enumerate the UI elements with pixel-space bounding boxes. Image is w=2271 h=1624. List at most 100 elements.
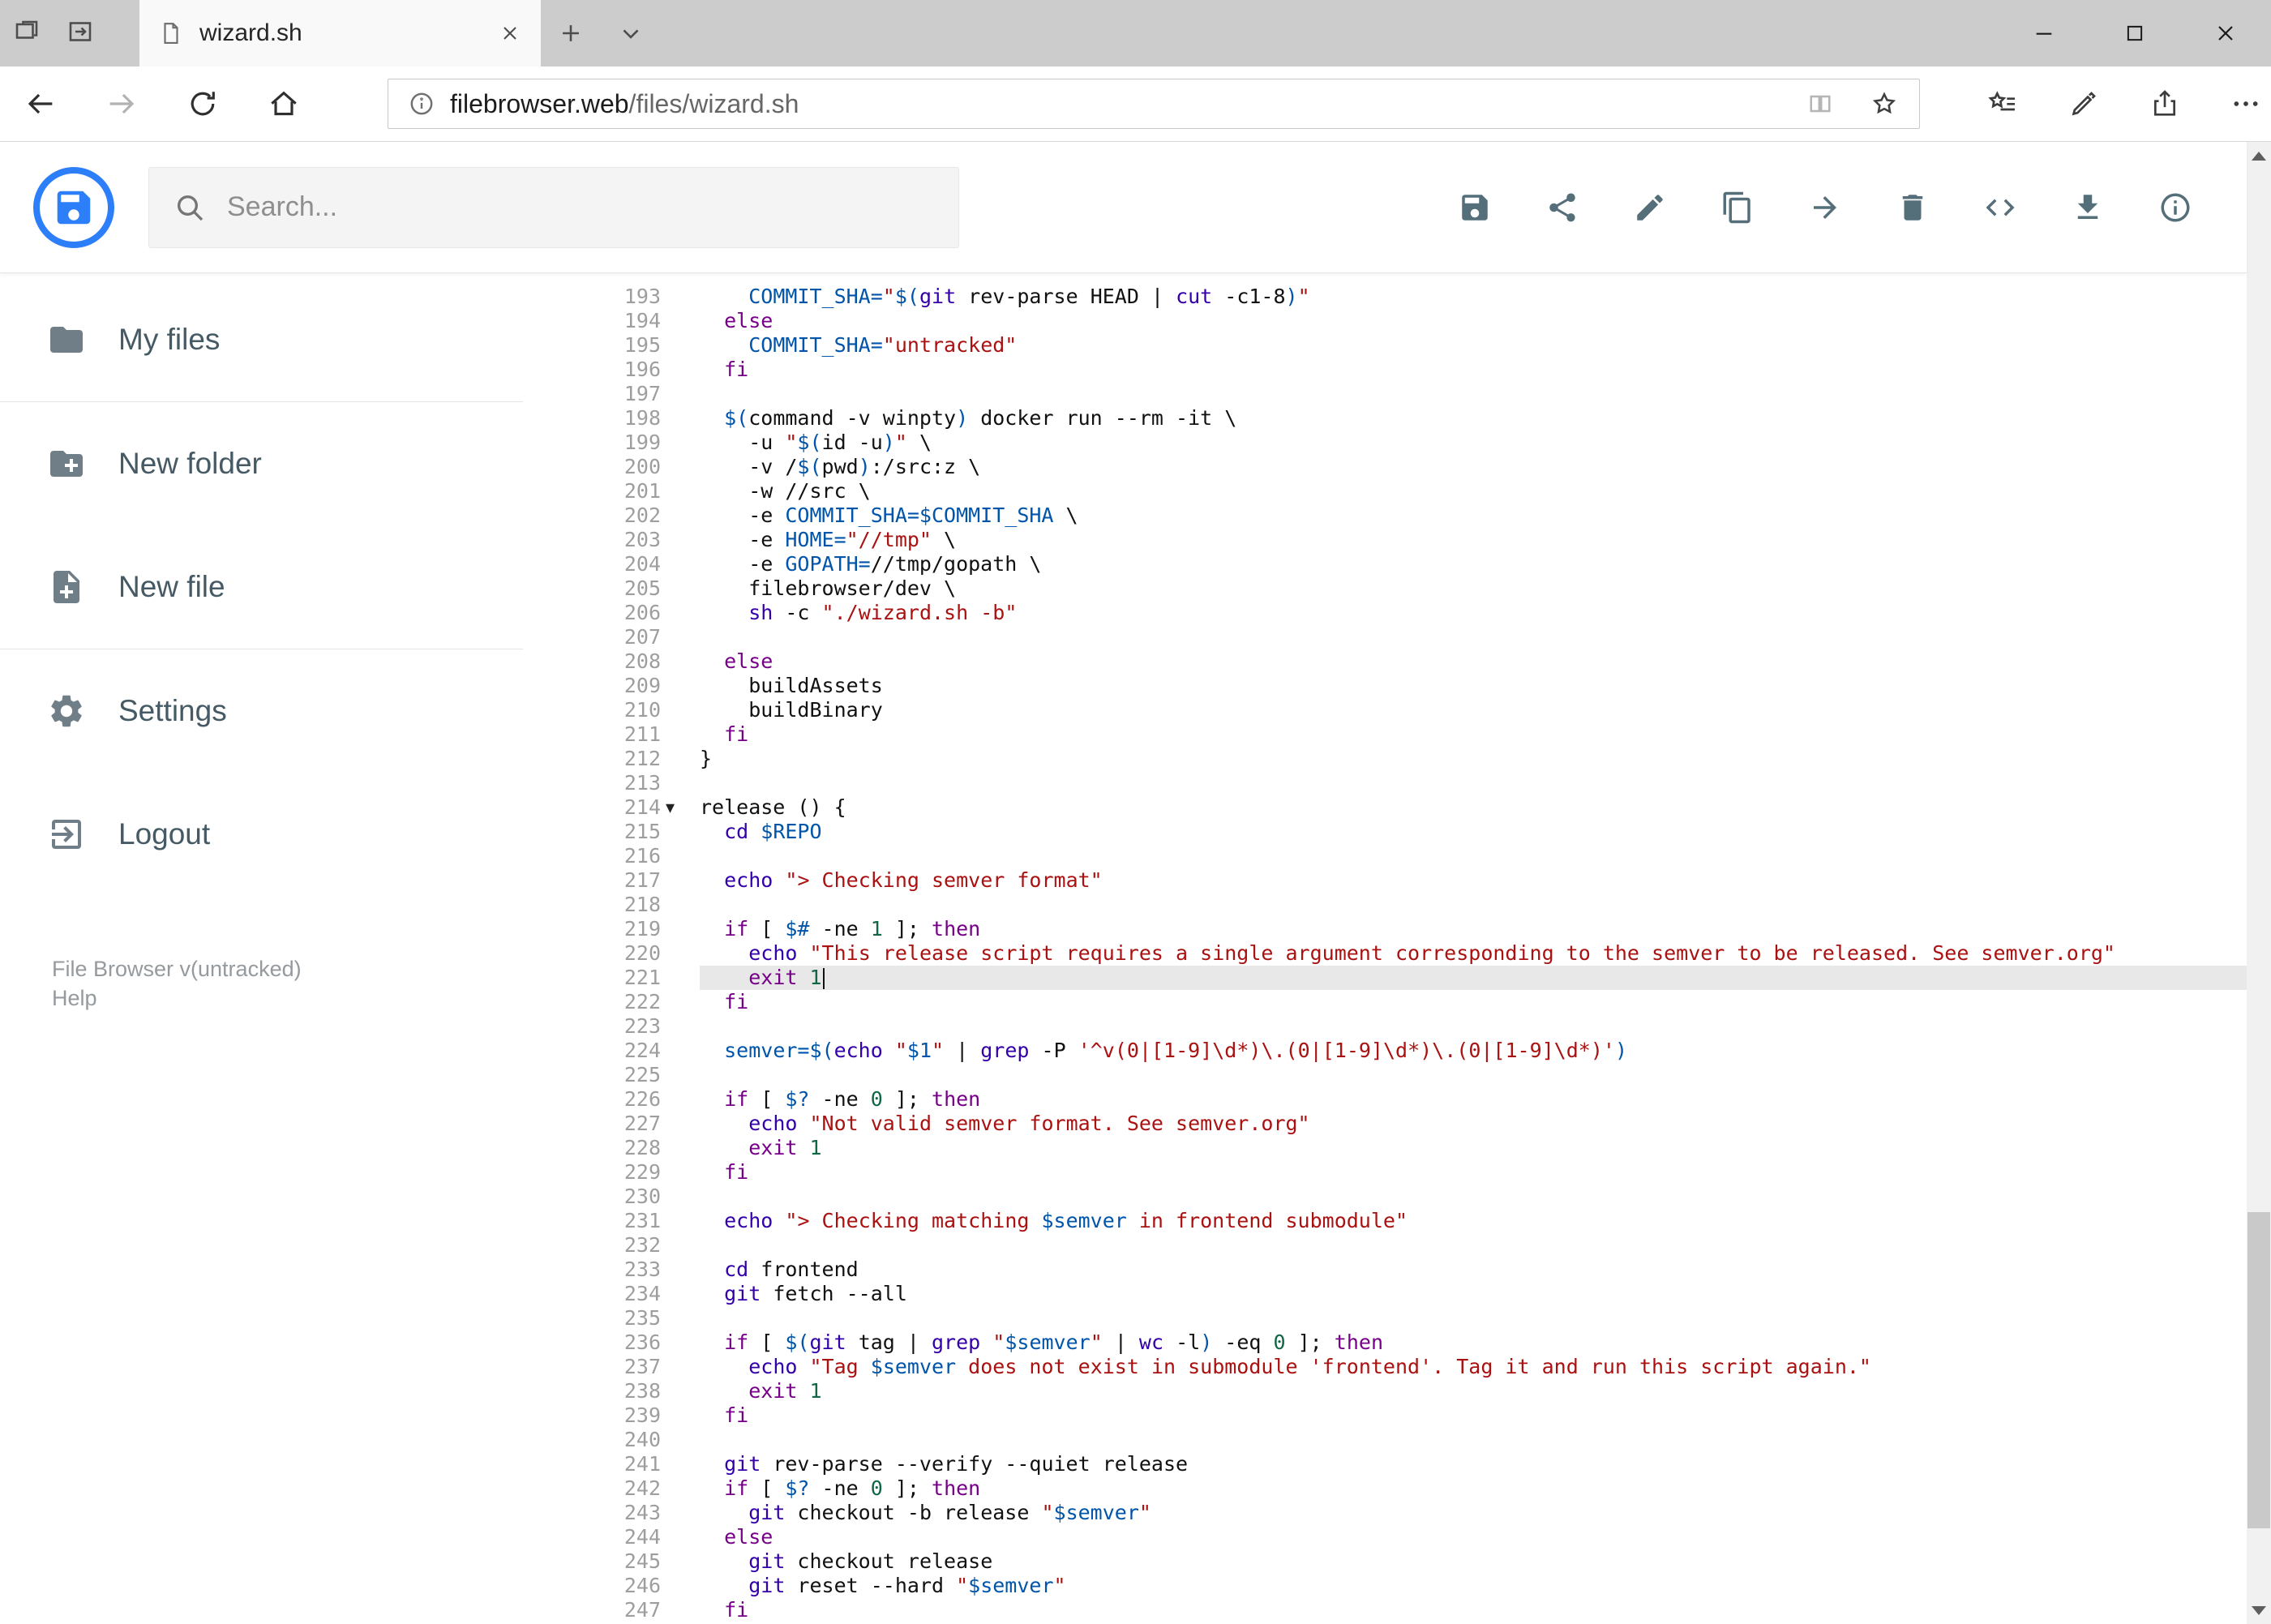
code-line-224[interactable]: 224 semver=$(echo "$1" | grep -P '^v(0|[…: [523, 1039, 2247, 1063]
scroll-up-arrow[interactable]: [2247, 142, 2271, 169]
search-input[interactable]: [227, 191, 934, 223]
refresh-button[interactable]: [174, 75, 232, 133]
code-line-194[interactable]: 194 else: [523, 309, 2247, 333]
browser-tab[interactable]: wizard.sh: [139, 0, 541, 66]
tab-close-icon[interactable]: [499, 22, 521, 45]
code-line-217[interactable]: 217 echo "> Checking semver format": [523, 868, 2247, 893]
fold-marker-icon[interactable]: ▾: [661, 795, 700, 820]
info-button[interactable]: [2156, 188, 2195, 227]
code-line-211[interactable]: 211 fi: [523, 722, 2247, 747]
code-line-199[interactable]: 199 -u "$(id -u)" \: [523, 431, 2247, 455]
code-line-204[interactable]: 204 -e GOPATH=//tmp/gopath \: [523, 552, 2247, 576]
tab-preview-chevron-button[interactable]: [601, 0, 661, 66]
annotate-button[interactable]: [2061, 81, 2106, 126]
reading-view-button[interactable]: [1806, 89, 1835, 118]
code-line-240[interactable]: 240: [523, 1428, 2247, 1452]
code-line-201[interactable]: 201 -w //src \: [523, 479, 2247, 503]
app-logo[interactable]: [33, 166, 114, 248]
code-line-198[interactable]: 198 $(command -v winpty) docker run --rm…: [523, 406, 2247, 431]
scrollbar-thumb[interactable]: [2247, 1212, 2270, 1528]
edit-button[interactable]: [1630, 188, 1669, 227]
code-line-212[interactable]: 212}: [523, 747, 2247, 771]
new-tab-button[interactable]: [541, 0, 601, 66]
code-line-232[interactable]: 232: [523, 1233, 2247, 1258]
hub-favorites-button[interactable]: [1980, 81, 2025, 126]
code-view-button[interactable]: [1981, 188, 2020, 227]
code-line-209[interactable]: 209 buildAssets: [523, 674, 2247, 698]
code-line-215[interactable]: 215 cd $REPO: [523, 820, 2247, 844]
code-line-237[interactable]: 237 echo "Tag $semver does not exist in …: [523, 1355, 2247, 1379]
maximize-button[interactable]: [2089, 0, 2180, 66]
code-line-245[interactable]: 245 git checkout release: [523, 1549, 2247, 1574]
code-line-230[interactable]: 230: [523, 1185, 2247, 1209]
code-line-219[interactable]: 219 if [ $# -ne 1 ]; then: [523, 917, 2247, 941]
more-options-button[interactable]: [2223, 81, 2269, 126]
tabs-preview-button[interactable]: [54, 0, 107, 66]
code-line-235[interactable]: 235: [523, 1306, 2247, 1330]
code-line-195[interactable]: 195 COMMIT_SHA="untracked": [523, 333, 2247, 358]
share-button[interactable]: [1543, 188, 1582, 227]
code-line-197[interactable]: 197: [523, 382, 2247, 406]
code-line-214[interactable]: 214 ▾ release () {: [523, 795, 2247, 820]
address-bar[interactable]: filebrowser.web/files/wizard.sh: [388, 79, 1920, 129]
code-line-203[interactable]: 203 -e HOME="//tmp" \: [523, 528, 2247, 552]
code-line-205[interactable]: 205 filebrowser/dev \: [523, 576, 2247, 601]
code-line-247[interactable]: 247 fi: [523, 1598, 2247, 1622]
back-button[interactable]: [11, 75, 70, 133]
sidebar-item-logout[interactable]: Logout: [0, 773, 523, 896]
scroll-down-arrow[interactable]: [2247, 1596, 2271, 1624]
code-line-229[interactable]: 229 fi: [523, 1160, 2247, 1185]
close-button[interactable]: [2180, 0, 2271, 66]
code-line-216[interactable]: 216: [523, 844, 2247, 868]
save-button[interactable]: [1455, 188, 1494, 227]
sidebar-item-new-file[interactable]: New file: [0, 525, 523, 649]
help-link[interactable]: Help: [52, 983, 302, 1013]
code-line-222[interactable]: 222 fi: [523, 990, 2247, 1014]
code-line-241[interactable]: 241 git rev-parse --verify --quiet relea…: [523, 1452, 2247, 1476]
code-line-221[interactable]: 221 exit 1: [523, 966, 2247, 990]
code-line-227[interactable]: 227 echo "Not valid semver format. See s…: [523, 1112, 2247, 1136]
minimize-button[interactable]: [1999, 0, 2089, 66]
code-line-202[interactable]: 202 -e COMMIT_SHA=$COMMIT_SHA \: [523, 503, 2247, 528]
copy-button[interactable]: [1718, 188, 1757, 227]
code-line-206[interactable]: 206 sh -c "./wizard.sh -b": [523, 601, 2247, 625]
move-button[interactable]: [1806, 188, 1845, 227]
code-line-196[interactable]: 196 fi: [523, 358, 2247, 382]
code-editor[interactable]: 193 COMMIT_SHA="$(git rev-parse HEAD | c…: [523, 273, 2247, 1624]
sidebar-item-my-files[interactable]: My files: [0, 278, 523, 401]
code-line-244[interactable]: 244 else: [523, 1525, 2247, 1549]
code-line-236[interactable]: 236 if [ $(git tag | grep "$semver" | wc…: [523, 1330, 2247, 1355]
set-tabs-aside-button[interactable]: [0, 0, 54, 66]
code-line-218[interactable]: 218: [523, 893, 2247, 917]
code-line-200[interactable]: 200 -v /$(pwd):/src:z \: [523, 455, 2247, 479]
sidebar-item-new-folder[interactable]: New folder: [0, 402, 523, 525]
code-line-239[interactable]: 239 fi: [523, 1403, 2247, 1428]
site-info-icon[interactable]: [408, 90, 435, 118]
code-line-238[interactable]: 238 exit 1: [523, 1379, 2247, 1403]
code-line-234[interactable]: 234 git fetch --all: [523, 1282, 2247, 1306]
download-button[interactable]: [2068, 188, 2107, 227]
add-favorite-button[interactable]: [1869, 88, 1900, 119]
code-line-243[interactable]: 243 git checkout -b release "$semver": [523, 1501, 2247, 1525]
search-box[interactable]: [148, 166, 959, 248]
code-line-220[interactable]: 220 echo "This release script requires a…: [523, 941, 2247, 966]
page-scrollbar[interactable]: [2247, 142, 2271, 1624]
share-button[interactable]: [2142, 81, 2187, 126]
forward-button[interactable]: [92, 75, 151, 133]
code-line-208[interactable]: 208 else: [523, 649, 2247, 674]
code-line-207[interactable]: 207: [523, 625, 2247, 649]
sidebar-item-settings[interactable]: Settings: [0, 649, 523, 773]
code-line-246[interactable]: 246 git reset --hard "$semver": [523, 1574, 2247, 1598]
code-line-226[interactable]: 226 if [ $? -ne 0 ]; then: [523, 1087, 2247, 1112]
home-button[interactable]: [255, 75, 313, 133]
code-line-228[interactable]: 228 exit 1: [523, 1136, 2247, 1160]
code-line-225[interactable]: 225: [523, 1063, 2247, 1087]
code-line-193[interactable]: 193 COMMIT_SHA="$(git rev-parse HEAD | c…: [523, 285, 2247, 309]
code-line-213[interactable]: 213: [523, 771, 2247, 795]
code-line-242[interactable]: 242 if [ $? -ne 0 ]; then: [523, 1476, 2247, 1501]
code-line-210[interactable]: 210 buildBinary: [523, 698, 2247, 722]
code-line-223[interactable]: 223: [523, 1014, 2247, 1039]
delete-button[interactable]: [1893, 188, 1932, 227]
code-line-233[interactable]: 233 cd frontend: [523, 1258, 2247, 1282]
code-line-231[interactable]: 231 echo "> Checking matching $semver in…: [523, 1209, 2247, 1233]
